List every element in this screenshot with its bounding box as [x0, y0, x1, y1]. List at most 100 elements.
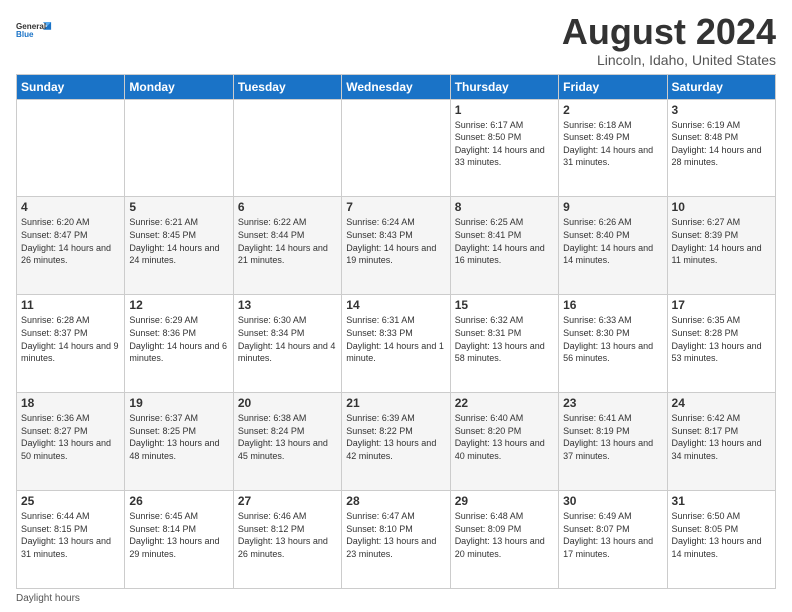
logo: GeneralBlue: [16, 12, 52, 48]
day-number: 22: [455, 396, 554, 410]
calendar-cell-1-6: 10 Sunrise: 6:27 AM Sunset: 8:39 PM Dayli…: [667, 197, 775, 295]
col-thursday: Thursday: [450, 74, 558, 99]
footer-daylight: Daylight hours: [16, 593, 776, 604]
day-info: Sunrise: 6:18 AM Sunset: 8:49 PM Dayligh…: [563, 119, 662, 169]
calendar-cell-0-2: [233, 99, 341, 197]
day-number: 28: [346, 494, 445, 508]
calendar-cell-3-5: 23Sunrise: 6:41 AM Sunset: 8:19 PM Dayli…: [559, 393, 667, 491]
day-info: Sunrise: 6:33 AM Sunset: 8:30 PM Dayligh…: [563, 314, 662, 364]
day-info: Sunrise: 6:44 AM Sunset: 8:15 PM Dayligh…: [21, 510, 120, 560]
day-info: Sunrise: 6:27 AM Sunset: 8:39 PM Dayligh…: [672, 216, 771, 266]
calendar-cell-0-5: 2 Sunrise: 6:18 AM Sunset: 8:49 PM Daylig…: [559, 99, 667, 197]
calendar-cell-3-0: 18 Sunrise: 6:36 AM Sunset: 8:27 PM Dayli…: [17, 393, 125, 491]
day-info: Sunrise: 6:17 AM Sunset: 8:50 PM Dayligh…: [455, 119, 554, 169]
calendar-cell-0-1: [125, 99, 233, 197]
day-number: 5: [129, 200, 228, 214]
calendar-cell-1-2: 6Sunrise: 6:22 AM Sunset: 8:44 PM Daylig…: [233, 197, 341, 295]
day-info: Sunrise: 6:25 AM Sunset: 8:41 PM Dayligh…: [455, 216, 554, 266]
day-info: Sunrise: 6:19 AM Sunset: 8:48 PM Dayligh…: [672, 119, 771, 169]
col-saturday: Saturday: [667, 74, 775, 99]
day-info: Sunrise: 6:21 AM Sunset: 8:45 PM Dayligh…: [129, 216, 228, 266]
col-wednesday: Wednesday: [342, 74, 450, 99]
col-tuesday: Tuesday: [233, 74, 341, 99]
calendar-cell-2-5: 16Sunrise: 6:33 AM Sunset: 8:30 PM Dayli…: [559, 295, 667, 393]
svg-text:Blue: Blue: [16, 30, 34, 39]
day-number: 17: [672, 298, 771, 312]
day-number: 3: [672, 103, 771, 117]
day-info: Sunrise: 6:26 AM Sunset: 8:40 PM Dayligh…: [563, 216, 662, 266]
calendar-cell-3-3: 21 Sunrise: 6:39 AM Sunset: 8:22 PM Dayli…: [342, 393, 450, 491]
calendar-cell-4-5: 30Sunrise: 6:49 AM Sunset: 8:07 PM Dayli…: [559, 491, 667, 589]
subtitle: Lincoln, Idaho, United States: [562, 52, 776, 68]
day-number: 8: [455, 200, 554, 214]
day-info: Sunrise: 6:49 AM Sunset: 8:07 PM Dayligh…: [563, 510, 662, 560]
day-info: Sunrise: 6:37 AM Sunset: 8:25 PM Dayligh…: [129, 412, 228, 462]
day-number: 9: [563, 200, 662, 214]
calendar-cell-3-4: 22 Sunrise: 6:40 AM Sunset: 8:20 PM Dayli…: [450, 393, 558, 491]
day-info: Sunrise: 6:46 AM Sunset: 8:12 PM Dayligh…: [238, 510, 337, 560]
day-number: 1: [455, 103, 554, 117]
day-info: Sunrise: 6:38 AM Sunset: 8:24 PM Dayligh…: [238, 412, 337, 462]
calendar-cell-4-3: 28Sunrise: 6:47 AM Sunset: 8:10 PM Dayli…: [342, 491, 450, 589]
day-number: 21: [346, 396, 445, 410]
calendar-cell-1-1: 5 Sunrise: 6:21 AM Sunset: 8:45 PM Daylig…: [125, 197, 233, 295]
day-info: Sunrise: 6:32 AM Sunset: 8:31 PM Dayligh…: [455, 314, 554, 364]
day-number: 4: [21, 200, 120, 214]
page: GeneralBlue August 2024 Lincoln, Idaho, …: [0, 0, 792, 612]
day-number: 29: [455, 494, 554, 508]
day-info: Sunrise: 6:40 AM Sunset: 8:20 PM Dayligh…: [455, 412, 554, 462]
day-number: 27: [238, 494, 337, 508]
header: GeneralBlue August 2024 Lincoln, Idaho, …: [16, 12, 776, 68]
calendar-cell-4-4: 29 Sunrise: 6:48 AM Sunset: 8:09 PM Dayli…: [450, 491, 558, 589]
title-block: August 2024 Lincoln, Idaho, United State…: [562, 12, 776, 68]
svg-text:General: General: [16, 22, 46, 31]
day-number: 24: [672, 396, 771, 410]
calendar-cell-4-1: 26Sunrise: 6:45 AM Sunset: 8:14 PM Dayli…: [125, 491, 233, 589]
calendar-cell-1-0: 4 Sunrise: 6:20 AM Sunset: 8:47 PM Daylig…: [17, 197, 125, 295]
day-number: 18: [21, 396, 120, 410]
day-number: 25: [21, 494, 120, 508]
day-info: Sunrise: 6:50 AM Sunset: 8:05 PM Dayligh…: [672, 510, 771, 560]
day-info: Sunrise: 6:29 AM Sunset: 8:36 PM Dayligh…: [129, 314, 228, 364]
day-info: Sunrise: 6:48 AM Sunset: 8:09 PM Dayligh…: [455, 510, 554, 560]
day-info: Sunrise: 6:30 AM Sunset: 8:34 PM Dayligh…: [238, 314, 337, 364]
day-number: 31: [672, 494, 771, 508]
calendar-cell-2-2: 13 Sunrise: 6:30 AM Sunset: 8:34 PM Dayli…: [233, 295, 341, 393]
calendar-cell-2-6: 17 Sunrise: 6:35 AM Sunset: 8:28 PM Dayli…: [667, 295, 775, 393]
logo-icon: GeneralBlue: [16, 12, 52, 48]
main-title: August 2024: [562, 12, 776, 52]
calendar-table: Sunday Monday Tuesday Wednesday Thursday…: [16, 74, 776, 589]
day-info: Sunrise: 6:42 AM Sunset: 8:17 PM Dayligh…: [672, 412, 771, 462]
day-number: 10: [672, 200, 771, 214]
calendar-cell-0-4: 1 Sunrise: 6:17 AM Sunset: 8:50 PM Daylig…: [450, 99, 558, 197]
day-number: 12: [129, 298, 228, 312]
calendar-cell-3-2: 20 Sunrise: 6:38 AM Sunset: 8:24 PM Dayli…: [233, 393, 341, 491]
calendar-cell-1-4: 8 Sunrise: 6:25 AM Sunset: 8:41 PM Daylig…: [450, 197, 558, 295]
calendar-cell-2-0: 11Sunrise: 6:28 AM Sunset: 8:37 PM Dayli…: [17, 295, 125, 393]
calendar-cell-0-3: [342, 99, 450, 197]
day-number: 2: [563, 103, 662, 117]
col-sunday: Sunday: [17, 74, 125, 99]
day-info: Sunrise: 6:45 AM Sunset: 8:14 PM Dayligh…: [129, 510, 228, 560]
calendar-cell-1-3: 7 Sunrise: 6:24 AM Sunset: 8:43 PM Daylig…: [342, 197, 450, 295]
calendar-cell-3-6: 24 Sunrise: 6:42 AM Sunset: 8:17 PM Dayli…: [667, 393, 775, 491]
week-row-2: 11Sunrise: 6:28 AM Sunset: 8:37 PM Dayli…: [17, 295, 776, 393]
day-number: 14: [346, 298, 445, 312]
week-row-0: 1 Sunrise: 6:17 AM Sunset: 8:50 PM Daylig…: [17, 99, 776, 197]
day-number: 20: [238, 396, 337, 410]
col-monday: Monday: [125, 74, 233, 99]
calendar-cell-3-1: 19 Sunrise: 6:37 AM Sunset: 8:25 PM Dayli…: [125, 393, 233, 491]
calendar-cell-1-5: 9 Sunrise: 6:26 AM Sunset: 8:40 PM Daylig…: [559, 197, 667, 295]
calendar-cell-4-6: 31 Sunrise: 6:50 AM Sunset: 8:05 PM Dayli…: [667, 491, 775, 589]
day-info: Sunrise: 6:39 AM Sunset: 8:22 PM Dayligh…: [346, 412, 445, 462]
day-number: 11: [21, 298, 120, 312]
day-info: Sunrise: 6:24 AM Sunset: 8:43 PM Dayligh…: [346, 216, 445, 266]
calendar-cell-0-0: [17, 99, 125, 197]
day-number: 7: [346, 200, 445, 214]
day-number: 13: [238, 298, 337, 312]
day-info: Sunrise: 6:20 AM Sunset: 8:47 PM Dayligh…: [21, 216, 120, 266]
day-info: Sunrise: 6:35 AM Sunset: 8:28 PM Dayligh…: [672, 314, 771, 364]
day-number: 19: [129, 396, 228, 410]
day-number: 6: [238, 200, 337, 214]
day-info: Sunrise: 6:36 AM Sunset: 8:27 PM Dayligh…: [21, 412, 120, 462]
